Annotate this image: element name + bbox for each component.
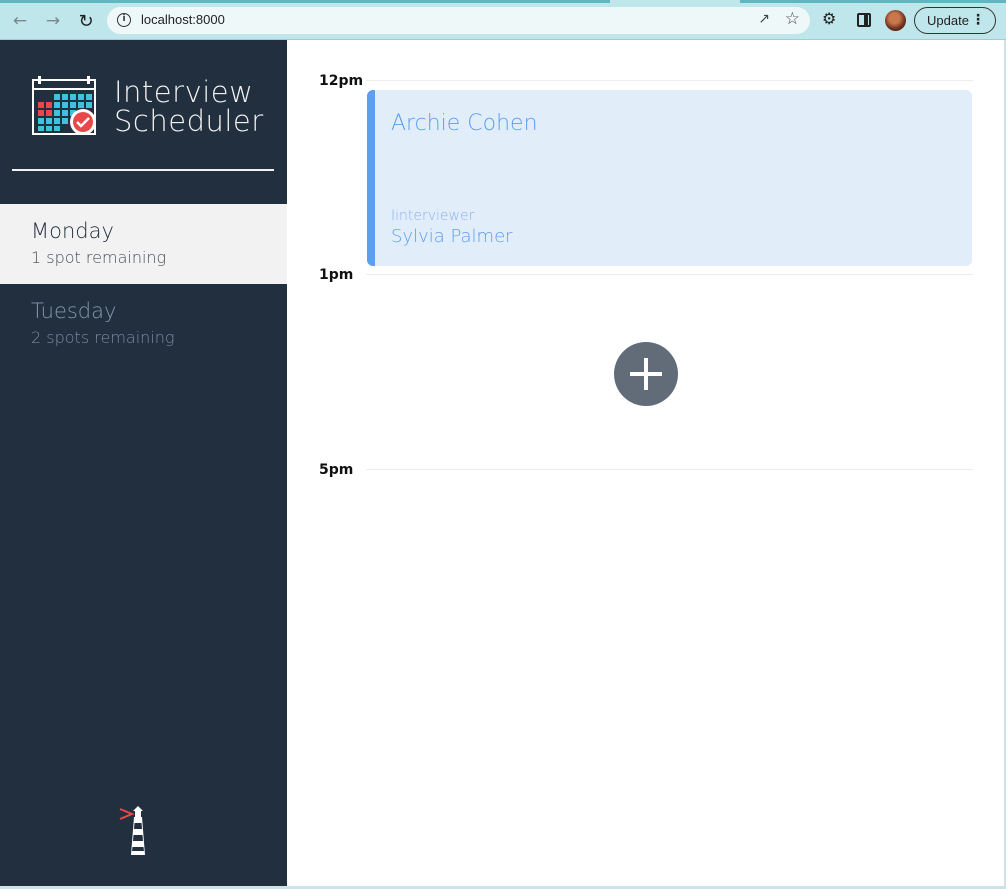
- sidebar-divider: [12, 169, 274, 171]
- calendar-icon: [32, 76, 96, 135]
- share-icon[interactable]: ↗: [758, 11, 770, 27]
- schedule-panel: 12pm Archie Cohen Iinterviewer Sylvia Pa…: [287, 40, 1006, 889]
- url-text[interactable]: localhost:8000: [141, 12, 225, 27]
- hour-divider: [366, 80, 973, 81]
- star-icon[interactable]: ☆: [785, 9, 800, 29]
- address-bar[interactable]: i localhost:8000 ↗ ☆: [107, 7, 810, 34]
- app-title: Interview Scheduler: [114, 78, 284, 136]
- day-spots-remaining: 2 spots remaining: [31, 328, 175, 347]
- side-panel-icon[interactable]: [857, 13, 871, 27]
- appointment-card[interactable]: Archie Cohen Iinterviewer Sylvia Palmer: [367, 90, 972, 266]
- hour-label: 12pm: [319, 73, 364, 89]
- tab-strip-edge: [740, 0, 1006, 3]
- hour-label: 5pm: [319, 462, 354, 478]
- day-item-tuesday[interactable]: Tuesday 2 spots remaining: [0, 284, 287, 364]
- day-item-monday[interactable]: Monday 1 spot remaining: [0, 204, 287, 284]
- puzzle-icon[interactable]: ⚙: [822, 9, 836, 28]
- tab-strip-edge: [0, 0, 610, 3]
- kebab-menu-icon[interactable]: ⋮: [971, 8, 985, 32]
- hour-label: 1pm: [319, 267, 354, 283]
- hour-divider: [366, 274, 973, 275]
- day-name: Monday: [31, 219, 114, 243]
- student-name: Archie Cohen: [391, 111, 538, 136]
- browser-toolbar: ← → ↻ i localhost:8000 ↗ ☆ ⚙ Update ⋮: [0, 0, 1006, 40]
- info-icon[interactable]: i: [117, 13, 131, 27]
- plus-icon[interactable]: [614, 342, 678, 406]
- app-title-line1: Interview: [114, 75, 254, 109]
- day-spots-remaining: 1 spot remaining: [31, 248, 167, 267]
- app-title-line2: Scheduler: [114, 104, 264, 138]
- arrow-left-icon[interactable]: ←: [9, 10, 31, 32]
- update-button[interactable]: Update ⋮: [914, 7, 996, 34]
- day-name: Tuesday: [31, 299, 117, 323]
- hour-divider: [366, 469, 973, 470]
- interviewer-label: Iinterviewer: [391, 208, 475, 224]
- lighthouse-icon: [119, 806, 145, 855]
- arrow-right-icon[interactable]: →: [42, 10, 64, 32]
- update-label: Update: [927, 13, 969, 28]
- sidebar: Interview Scheduler Monday 1 spot remain…: [0, 40, 287, 889]
- interviewer-name: Sylvia Palmer: [391, 226, 513, 247]
- reload-icon[interactable]: ↻: [75, 10, 97, 32]
- profile-avatar[interactable]: [885, 10, 906, 31]
